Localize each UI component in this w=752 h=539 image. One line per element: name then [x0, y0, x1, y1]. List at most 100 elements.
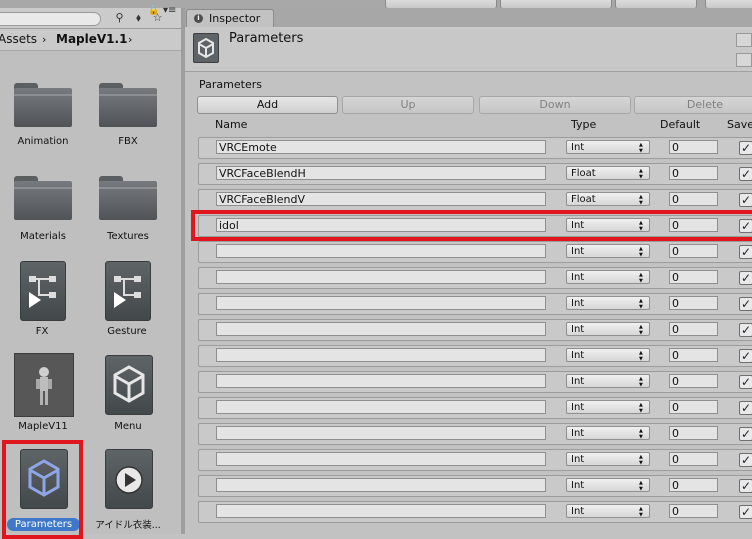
- asset-textures[interactable]: Textures: [88, 171, 168, 251]
- saved-checkbox[interactable]: ✓: [739, 505, 752, 519]
- parameter-type-select[interactable]: Int ▲▼: [566, 426, 650, 440]
- breadcrumb-item-maple[interactable]: MapleV1.1: [56, 29, 127, 50]
- parameter-row: Int ▲▼ 0 ✓: [198, 449, 752, 471]
- dropdown-arrow-icon: ▲▼: [639, 454, 643, 466]
- create-filter-icon[interactable]: ⚲: [112, 10, 127, 25]
- parameter-type-select[interactable]: Int ▲▼: [566, 452, 650, 466]
- tab-inspector[interactable]: i Inspector: [186, 9, 274, 28]
- parameter-name-input[interactable]: [216, 296, 546, 310]
- parameter-default-input[interactable]: 0: [669, 348, 718, 362]
- asset-label: Gesture: [107, 326, 147, 337]
- saved-checkbox[interactable]: ✓: [739, 349, 752, 363]
- parameter-type-select[interactable]: Int ▲▼: [566, 348, 650, 362]
- parameter-type-select[interactable]: Int ▲▼: [566, 374, 650, 388]
- parameter-default-input[interactable]: 0: [669, 296, 718, 310]
- asset-maplev11[interactable]: MapleV11: [3, 351, 83, 437]
- dropdown-arrow-icon: ▲▼: [639, 480, 643, 492]
- dropdown-arrow-icon: ▲▼: [639, 324, 643, 336]
- help-icon[interactable]: [736, 33, 752, 47]
- parameter-default-input[interactable]: 0: [669, 504, 718, 518]
- column-header-type: Type: [571, 118, 597, 131]
- asset-animation[interactable]: Animation: [3, 76, 83, 156]
- parameter-name-input[interactable]: [216, 270, 546, 284]
- asset-fbx[interactable]: FBX: [88, 76, 168, 156]
- parameter-name-input[interactable]: [216, 504, 546, 518]
- dropdown-arrow-icon: ▲▼: [639, 428, 643, 440]
- add-button[interactable]: Add: [197, 96, 338, 114]
- asset-materials[interactable]: Materials: [3, 171, 83, 251]
- parameter-default-input[interactable]: 0: [669, 452, 718, 466]
- parameter-default-input[interactable]: 0: [669, 244, 718, 258]
- favorite-star-icon[interactable]: ☆: [150, 10, 165, 25]
- parameter-default-input[interactable]: 0: [669, 166, 718, 180]
- parameter-name-input[interactable]: [216, 244, 546, 258]
- parameter-name-input[interactable]: [216, 322, 546, 336]
- parameter-type-select[interactable]: Int ▲▼: [566, 478, 650, 492]
- saved-checkbox[interactable]: ✓: [739, 479, 752, 493]
- asset-label: Textures: [107, 231, 149, 242]
- settings-icon[interactable]: [736, 53, 752, 67]
- label-filter-icon[interactable]: ⬧: [131, 10, 146, 25]
- saved-checkbox[interactable]: ✓: [739, 271, 752, 285]
- parameter-name-input[interactable]: [216, 348, 546, 362]
- parameter-row: Int ▲▼ 0 ✓: [198, 501, 752, 523]
- inspector-header: Parameters: [185, 27, 752, 72]
- saved-checkbox[interactable]: ✓: [739, 141, 752, 155]
- parameter-row: Int ▲▼ 0 ✓: [198, 293, 752, 315]
- saved-checkbox[interactable]: ✓: [739, 193, 752, 207]
- asset-label: Menu: [114, 421, 142, 432]
- asset-label: アイドル衣装...: [95, 520, 161, 531]
- parameter-type-select[interactable]: Int ▲▼: [566, 270, 650, 284]
- type-value: Int: [571, 142, 585, 153]
- parameter-default-input[interactable]: 0: [669, 400, 718, 414]
- parameter-default-input[interactable]: 0: [669, 140, 718, 154]
- asset-fx[interactable]: FX: [2, 259, 82, 341]
- parameter-name-input[interactable]: VRCFaceBlendV: [216, 192, 546, 206]
- parameter-name-input[interactable]: [216, 426, 546, 440]
- asset-gesture[interactable]: Gesture: [87, 259, 167, 341]
- menu-icon[interactable]: ▾≡: [163, 5, 176, 16]
- dropdown-arrow-icon: ▲▼: [639, 142, 643, 154]
- parameter-default-input[interactable]: 0: [669, 322, 718, 336]
- dropdown-arrow-icon: ▲▼: [639, 194, 643, 206]
- saved-checkbox[interactable]: ✓: [739, 167, 752, 181]
- up-button[interactable]: Up: [342, 96, 474, 114]
- parameter-type-select[interactable]: Int ▲▼: [566, 322, 650, 336]
- parameter-name-input[interactable]: [216, 478, 546, 492]
- parameter-type-select[interactable]: Int ▲▼: [566, 504, 650, 518]
- saved-checkbox[interactable]: ✓: [739, 427, 752, 441]
- parameter-type-select[interactable]: Int ▲▼: [566, 140, 650, 154]
- asset-menu[interactable]: Menu: [88, 351, 168, 437]
- asset-idol-animation[interactable]: アイドル衣装...: [88, 439, 168, 531]
- parameter-default-input[interactable]: 0: [669, 192, 718, 206]
- parameter-name-input[interactable]: [216, 400, 546, 414]
- parameter-type-select[interactable]: Int ▲▼: [566, 244, 650, 258]
- dropdown-arrow-icon: ▲▼: [639, 376, 643, 388]
- down-button[interactable]: Down: [479, 96, 631, 114]
- parameter-type-select[interactable]: Float ▲▼: [566, 166, 650, 180]
- search-input[interactable]: [0, 12, 101, 26]
- saved-checkbox[interactable]: ✓: [739, 453, 752, 467]
- saved-checkbox[interactable]: ✓: [739, 401, 752, 415]
- delete-button[interactable]: Delete: [634, 96, 752, 114]
- saved-checkbox[interactable]: ✓: [739, 245, 752, 259]
- parameter-type-select[interactable]: Int ▲▼: [566, 296, 650, 310]
- project-panel: 🔒 ▾≡ ⚲ ⬧ ☆ Assets › MapleV1.1 › Animatio…: [0, 5, 181, 539]
- project-toolbar: 🔒 ▾≡ ⚲ ⬧ ☆: [0, 5, 181, 29]
- parameter-default-input[interactable]: 0: [669, 374, 718, 388]
- saved-checkbox[interactable]: ✓: [739, 323, 752, 337]
- parameter-name-input[interactable]: [216, 374, 546, 388]
- folder-icon: [99, 83, 157, 127]
- selection-highlight-frame: [2, 440, 83, 539]
- parameter-name-input[interactable]: [216, 452, 546, 466]
- parameter-name-input[interactable]: VRCFaceBlendH: [216, 166, 546, 180]
- saved-checkbox[interactable]: ✓: [739, 375, 752, 389]
- parameter-default-input[interactable]: 0: [669, 426, 718, 440]
- parameter-type-select[interactable]: Int ▲▼: [566, 400, 650, 414]
- breadcrumb-item-assets[interactable]: Assets: [0, 29, 37, 50]
- parameter-type-select[interactable]: Float ▲▼: [566, 192, 650, 206]
- saved-checkbox[interactable]: ✓: [739, 297, 752, 311]
- parameter-name-input[interactable]: VRCEmote: [216, 140, 546, 154]
- parameter-default-input[interactable]: 0: [669, 478, 718, 492]
- parameter-default-input[interactable]: 0: [669, 270, 718, 284]
